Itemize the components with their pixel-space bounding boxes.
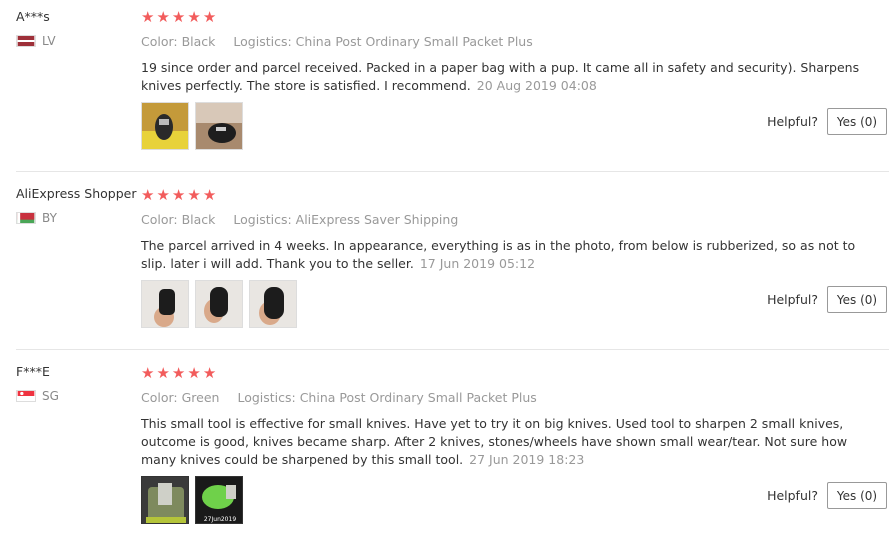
star-icon: ★: [171, 186, 186, 204]
reviewer-name: F***E: [16, 364, 50, 379]
star-icon: ★: [171, 364, 186, 382]
belarus-flag-icon: [16, 212, 36, 224]
review-text-block: 19 since order and parcel received. Pack…: [141, 59, 861, 95]
photo-image: [196, 103, 242, 149]
review-photo-thumbnail[interactable]: [249, 280, 297, 328]
photo-image: [196, 281, 242, 327]
review-photo-thumbnail[interactable]: [141, 476, 189, 524]
review-date: 17 Jun 2019 05:12: [419, 256, 536, 271]
star-icon: ★: [141, 364, 155, 382]
star-icon: ★: [141, 186, 155, 204]
review-photo-thumbnail[interactable]: [195, 280, 243, 328]
review-date: 27 Jun 2019 18:23: [469, 452, 585, 467]
helpful-label: Helpful?: [767, 488, 818, 503]
review-content: ★ ★ ★ ★ ★ Color: Green Logistics: China …: [141, 365, 861, 469]
review-text-block: This small tool is effective for small k…: [141, 415, 861, 469]
photo-image: [250, 281, 296, 327]
star-icon: ★: [187, 364, 201, 382]
logistics-attribute: Logistics: China Post Ordinary Small Pac…: [237, 390, 537, 405]
star-icon: ★: [187, 8, 201, 26]
latvia-flag-icon: [16, 35, 36, 47]
star-icon: ★: [171, 8, 186, 26]
review-content: ★ ★ ★ ★ ★ Color: Black Logistics: China …: [141, 9, 861, 95]
star-icon: ★: [202, 8, 217, 26]
helpful-section: Helpful? Yes (0): [767, 108, 887, 135]
reviewer-info: F***E SG: [16, 363, 140, 403]
country-code: SG: [42, 389, 59, 403]
reviewer-info: A***s LV: [16, 8, 140, 48]
reviewer-country: LV: [16, 34, 140, 48]
reviewer-name: AliExpress Shopper: [16, 186, 137, 201]
star-icon: ★: [156, 186, 170, 204]
review-photo-thumbnail[interactable]: [141, 280, 189, 328]
color-attribute: Color: Black: [141, 34, 216, 49]
star-icon: ★: [141, 8, 155, 26]
review-photo-thumbnail[interactable]: 27Jun2019: [195, 476, 243, 524]
photo-image: [142, 103, 188, 149]
reviewer-name: A***s: [16, 9, 50, 24]
photo-image: [142, 281, 188, 327]
color-attribute: Color: Green: [141, 390, 220, 405]
star-icon: ★: [187, 186, 201, 204]
helpful-section: Helpful? Yes (0): [767, 286, 887, 313]
country-code: BY: [42, 211, 57, 225]
helpful-yes-button[interactable]: Yes (0): [827, 108, 887, 135]
review-photos: 27Jun2019: [141, 476, 243, 524]
star-icon: ★: [202, 186, 217, 204]
singapore-flag-icon: [16, 390, 36, 402]
logistics-attribute: Logistics: AliExpress Saver Shipping: [233, 212, 459, 227]
reviewer-info: AliExpress Shopper BY: [16, 185, 140, 225]
star-rating: ★ ★ ★ ★ ★: [141, 187, 861, 203]
star-icon: ★: [202, 364, 217, 382]
review-item: AliExpress Shopper BY ★ ★ ★ ★ ★ Color: B…: [16, 172, 889, 350]
helpful-label: Helpful?: [767, 114, 818, 129]
helpful-section: Helpful? Yes (0): [767, 482, 887, 509]
review-photos: [141, 280, 297, 328]
photo-image: 27Jun2019: [196, 477, 242, 523]
review-photo-thumbnail[interactable]: [195, 102, 243, 150]
review-item: F***E SG ★ ★ ★ ★ ★ Color: Green Logistic…: [16, 350, 889, 540]
helpful-yes-button[interactable]: Yes (0): [827, 286, 887, 313]
star-icon: ★: [156, 8, 170, 26]
helpful-yes-button[interactable]: Yes (0): [827, 482, 887, 509]
review-attributes: Color: Black Logistics: China Post Ordin…: [141, 33, 861, 51]
helpful-label: Helpful?: [767, 292, 818, 307]
logistics-attribute: Logistics: China Post Ordinary Small Pac…: [233, 34, 533, 49]
review-attributes: Color: Green Logistics: China Post Ordin…: [141, 389, 861, 407]
star-rating: ★ ★ ★ ★ ★: [141, 365, 861, 381]
review-text-block: The parcel arrived in 4 weeks. In appear…: [141, 237, 861, 273]
review-attributes: Color: Black Logistics: AliExpress Saver…: [141, 211, 861, 229]
review-photos: [141, 102, 243, 150]
photo-date-stamp: 27Jun2019: [204, 516, 236, 523]
reviewer-country: BY: [16, 211, 140, 225]
photo-image: [142, 477, 188, 523]
star-rating: ★ ★ ★ ★ ★: [141, 9, 861, 25]
color-attribute: Color: Black: [141, 212, 216, 227]
star-icon: ★: [156, 364, 170, 382]
review-date: 20 Aug 2019 04:08: [476, 78, 597, 93]
review-content: ★ ★ ★ ★ ★ Color: Black Logistics: AliExp…: [141, 187, 861, 273]
reviewer-country: SG: [16, 389, 140, 403]
review-item: A***s LV ★ ★ ★ ★ ★ Color: Black Logistic…: [16, 0, 889, 172]
country-code: LV: [42, 34, 56, 48]
review-photo-thumbnail[interactable]: [141, 102, 189, 150]
